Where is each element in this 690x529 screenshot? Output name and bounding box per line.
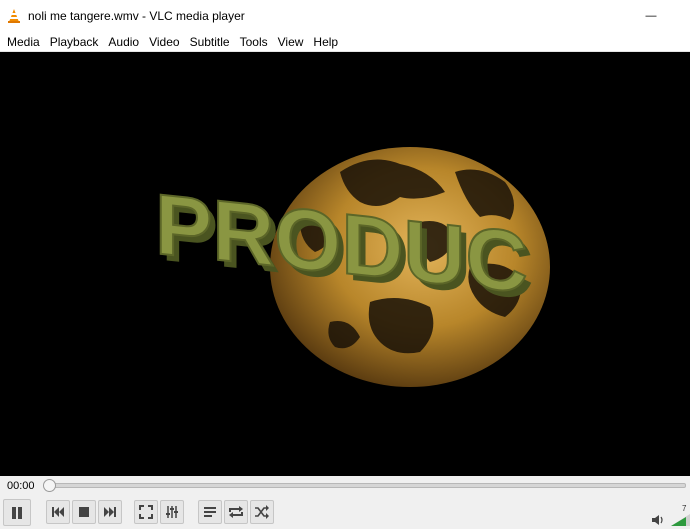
controls-bar (0, 496, 690, 529)
menu-help[interactable]: Help (308, 32, 343, 52)
extended-settings-button[interactable] (160, 500, 184, 524)
next-icon (104, 507, 116, 517)
seek-handle[interactable] (43, 479, 56, 492)
elapsed-time: 00:00 (7, 480, 35, 492)
playlist-icon (204, 507, 216, 517)
previous-icon (52, 507, 64, 517)
menu-playback[interactable]: Playback (45, 32, 104, 52)
stop-button[interactable] (72, 500, 96, 524)
volume-level-text: 7 (682, 504, 687, 513)
menu-bar: Media Playback Audio Video Subtitle Tool… (0, 32, 690, 52)
menu-tools[interactable]: Tools (235, 32, 273, 52)
title-bar: noli me tangere.wmv - VLC media player — (0, 0, 690, 32)
menu-subtitle[interactable]: Subtitle (185, 32, 235, 52)
fullscreen-button[interactable] (134, 500, 158, 524)
extended-settings-icon (166, 506, 178, 518)
pause-icon (12, 506, 22, 519)
menu-video[interactable]: Video (144, 32, 184, 52)
stop-icon (79, 507, 89, 517)
loop-icon (229, 506, 243, 518)
seek-slider[interactable] (46, 483, 686, 488)
menu-view[interactable]: View (273, 32, 309, 52)
minimize-button[interactable]: — (628, 0, 674, 32)
speaker-icon[interactable] (651, 514, 665, 526)
shuffle-button[interactable] (250, 500, 274, 524)
shuffle-icon (255, 505, 269, 519)
window-title: noli me tangere.wmv - VLC media player (28, 9, 245, 23)
minimize-icon: — (645, 10, 657, 22)
fullscreen-icon (139, 505, 153, 519)
playlist-button[interactable] (198, 500, 222, 524)
seek-bar-row: 00:00 (0, 476, 690, 496)
previous-button[interactable] (46, 500, 70, 524)
vlc-cone-icon (8, 9, 20, 23)
pause-button[interactable] (3, 499, 31, 526)
loop-button[interactable] (224, 500, 248, 524)
video-frame: PRODUC PRODUC (154, 147, 550, 387)
menu-media[interactable]: Media (2, 32, 45, 52)
menu-audio[interactable]: Audio (103, 32, 144, 52)
volume-slider[interactable] (671, 514, 690, 526)
video-display[interactable]: PRODUC PRODUC (0, 52, 690, 476)
next-button[interactable] (98, 500, 122, 524)
